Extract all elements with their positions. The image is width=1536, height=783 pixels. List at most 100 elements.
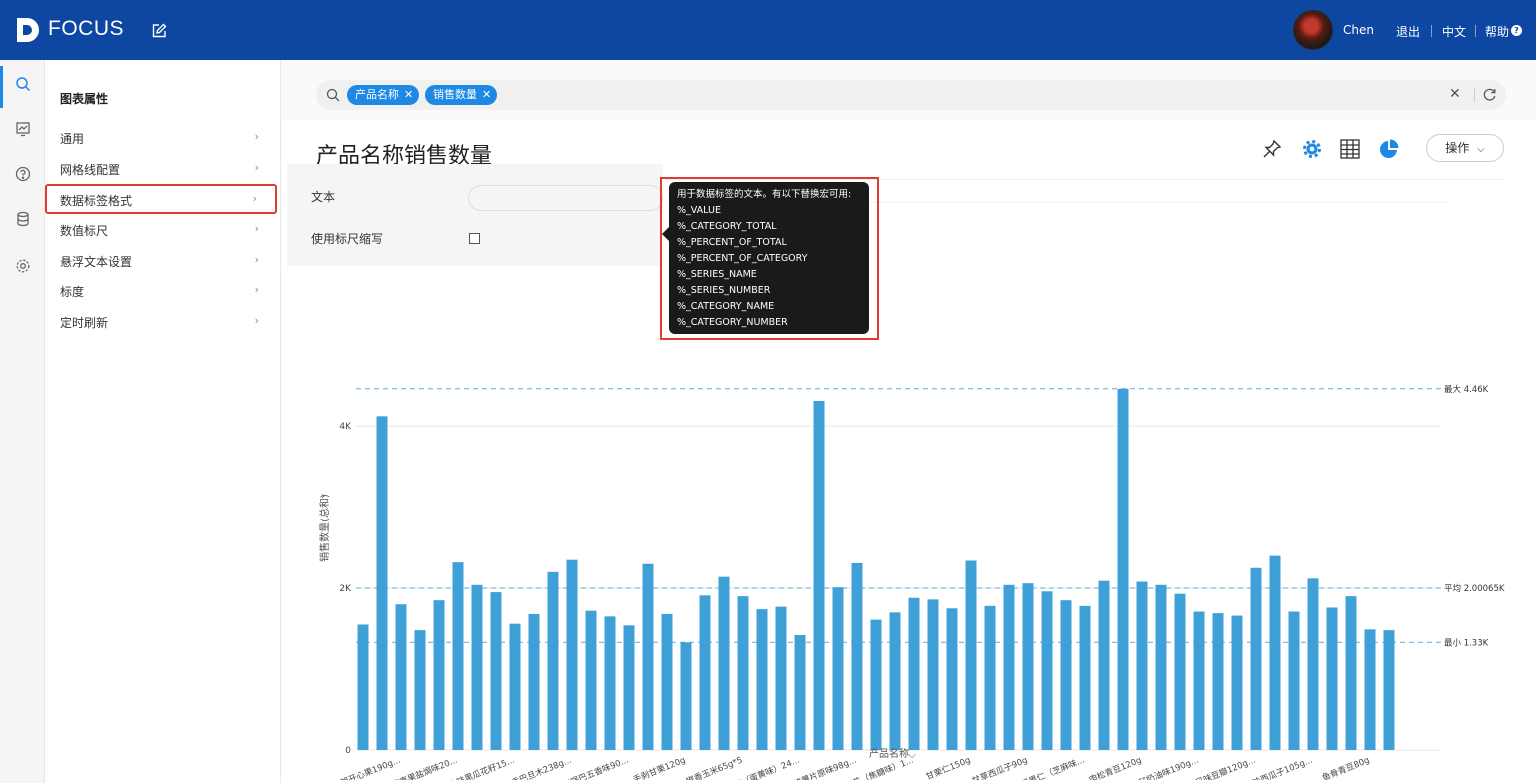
operations-dropdown-button[interactable]: 操作 ⌵ xyxy=(1426,134,1504,162)
edit-icon[interactable] xyxy=(151,23,167,39)
bar[interactable] xyxy=(1326,607,1338,750)
bar[interactable] xyxy=(1212,613,1224,750)
pin-icon[interactable] xyxy=(1261,138,1283,160)
y-axis-chevron-icon[interactable]: › xyxy=(321,491,325,502)
help-question-icon[interactable]: ? xyxy=(1511,25,1522,36)
pie-chart-icon[interactable] xyxy=(1378,138,1400,160)
table-view-icon[interactable] xyxy=(1339,138,1361,160)
bar[interactable] xyxy=(604,616,616,750)
bar[interactable] xyxy=(1231,615,1243,750)
scale-abbreviation-checkbox[interactable] xyxy=(469,233,480,244)
bar[interactable] xyxy=(1193,611,1205,750)
menu-item-scale[interactable]: 标度 › xyxy=(45,275,281,305)
bar[interactable] xyxy=(509,623,521,750)
bar[interactable] xyxy=(376,416,388,750)
x-axis-label[interactable]: 产品名称 xyxy=(869,747,909,760)
data-label-text-input[interactable] xyxy=(468,185,663,211)
bar[interactable] xyxy=(927,599,939,750)
bar[interactable] xyxy=(1174,593,1186,750)
clear-search-icon[interactable]: ✕ xyxy=(1449,86,1461,102)
bar[interactable] xyxy=(414,630,426,750)
chevron-right-icon: › xyxy=(254,283,259,296)
menu-item-label: 数据标签格式 xyxy=(60,194,133,208)
bar[interactable] xyxy=(1364,629,1376,750)
settings-icon[interactable] xyxy=(15,258,31,274)
search-icon[interactable] xyxy=(15,76,31,92)
bar[interactable] xyxy=(1117,388,1129,750)
bar[interactable] xyxy=(1022,583,1034,750)
x-axis-chevron-icon[interactable]: ⌵ xyxy=(908,750,916,761)
bar[interactable] xyxy=(661,613,673,750)
bar[interactable] xyxy=(585,610,597,750)
bar[interactable] xyxy=(1269,555,1281,750)
bar[interactable] xyxy=(832,587,844,750)
bar[interactable] xyxy=(737,596,749,750)
help-circle-icon[interactable] xyxy=(15,166,31,182)
bar[interactable] xyxy=(490,592,502,750)
x-tick-label: 伊朗开心果190g... xyxy=(331,755,402,780)
x-tick-label: 甘草西瓜子90g xyxy=(971,755,1030,780)
dashboard-icon[interactable] xyxy=(15,121,31,137)
x-tick-label: 椒香玉米65g*5 xyxy=(684,755,744,780)
bar[interactable] xyxy=(566,559,578,750)
bar[interactable] xyxy=(1098,580,1110,750)
bar[interactable] xyxy=(642,563,654,750)
bar[interactable] xyxy=(813,400,825,750)
search-chip-product-name[interactable]: 产品名称 ✕ xyxy=(347,85,420,105)
help-link[interactable]: 帮助 xyxy=(1485,23,1509,40)
logout-link[interactable]: 退出 xyxy=(1396,23,1420,40)
bar[interactable] xyxy=(756,609,768,750)
menu-item-general[interactable]: 通用 › xyxy=(45,122,281,152)
bar[interactable] xyxy=(794,635,806,750)
bar[interactable] xyxy=(889,612,901,750)
bar[interactable] xyxy=(699,595,711,750)
user-avatar[interactable] xyxy=(1293,10,1333,50)
menu-item-hover-text[interactable]: 悬浮文本设置 › xyxy=(45,245,281,275)
bar[interactable] xyxy=(1383,630,1395,750)
bar[interactable] xyxy=(1345,596,1357,750)
bar[interactable] xyxy=(357,624,369,750)
menu-item-value-axis[interactable]: 数值标尺 › xyxy=(45,214,281,244)
bar[interactable] xyxy=(547,571,559,750)
gear-icon[interactable] xyxy=(1301,138,1323,160)
bar[interactable] xyxy=(623,625,635,750)
bar[interactable] xyxy=(680,642,692,750)
bar[interactable] xyxy=(1307,578,1319,750)
bar[interactable] xyxy=(471,584,483,750)
bar[interactable] xyxy=(452,562,464,750)
bar[interactable] xyxy=(870,619,882,750)
bar[interactable] xyxy=(946,608,958,750)
bar[interactable] xyxy=(908,597,920,750)
remove-chip-icon[interactable]: ✕ xyxy=(404,88,413,101)
menu-item-scheduled-refresh[interactable]: 定时刷新 › xyxy=(45,306,281,336)
bar[interactable] xyxy=(1041,591,1053,750)
search-chip-sales-quantity[interactable]: 销售数量 ✕ xyxy=(425,85,498,105)
language-link[interactable]: 中文 xyxy=(1442,23,1466,40)
menu-item-data-label-format[interactable]: 数据标签格式 › xyxy=(45,184,277,214)
y-axis-label[interactable]: 销售数量(总和) xyxy=(318,494,331,562)
bar[interactable] xyxy=(984,605,996,750)
text-field-label: 文本 xyxy=(311,190,336,204)
bar[interactable] xyxy=(718,576,730,750)
bar[interactable] xyxy=(1079,605,1091,750)
bar[interactable] xyxy=(433,600,445,750)
database-icon[interactable] xyxy=(15,211,31,227)
menu-item-label: 网格线配置 xyxy=(60,163,121,177)
bar[interactable] xyxy=(1288,611,1300,750)
bar[interactable] xyxy=(395,604,407,750)
bar[interactable] xyxy=(1155,584,1167,750)
remove-chip-icon[interactable]: ✕ xyxy=(482,88,491,101)
bar[interactable] xyxy=(1060,600,1072,750)
bar[interactable] xyxy=(1003,584,1015,750)
refresh-icon[interactable] xyxy=(1482,87,1497,102)
bar[interactable] xyxy=(1250,567,1262,750)
bar[interactable] xyxy=(1136,581,1148,750)
bar[interactable] xyxy=(528,613,540,750)
bar[interactable] xyxy=(851,562,863,750)
user-name[interactable]: Chen xyxy=(1343,23,1374,37)
bar[interactable] xyxy=(775,606,787,750)
menu-item-gridlines[interactable]: 网格线配置 › xyxy=(45,153,281,183)
search-bar[interactable]: 产品名称 ✕ 销售数量 ✕ ✕ xyxy=(316,80,1506,110)
bar[interactable] xyxy=(965,560,977,750)
chevron-right-icon: › xyxy=(254,161,259,174)
